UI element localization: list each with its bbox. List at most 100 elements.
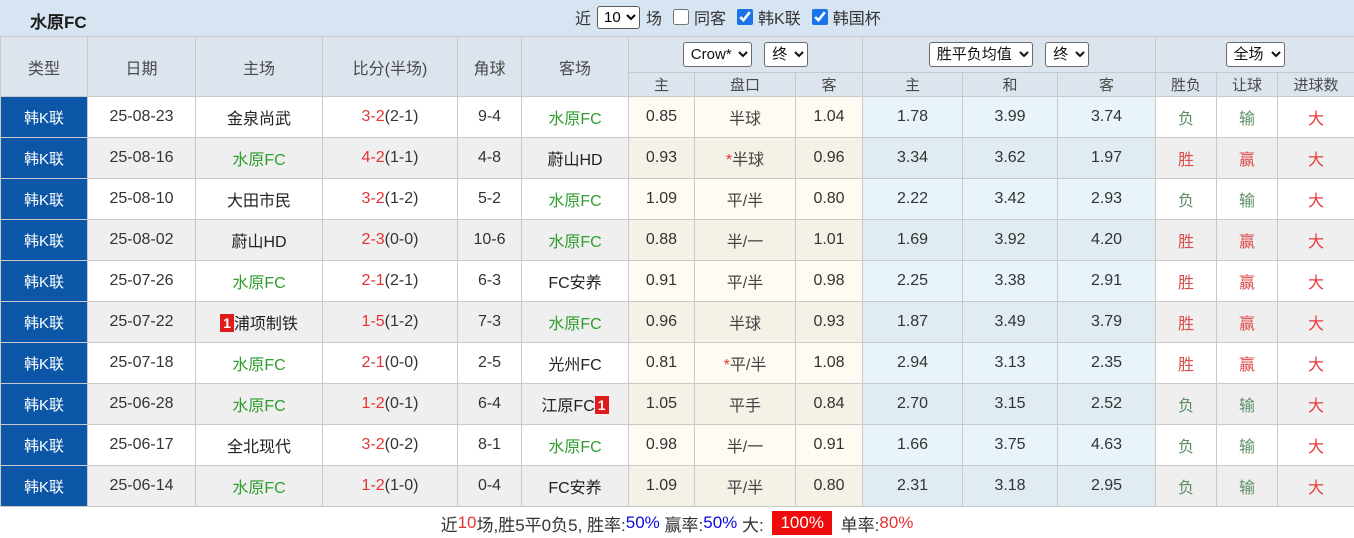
score-cell: 4-2(1-1): [322, 137, 458, 179]
away-team-cell[interactable]: 水原FC: [521, 301, 629, 343]
ah-home-odds-cell: 0.96: [628, 301, 695, 343]
eu-draw-odds-cell: 3.38: [962, 260, 1059, 302]
home-team-cell[interactable]: 大田市民: [195, 178, 323, 220]
handicap-result-cell: 赢: [1216, 137, 1279, 179]
league-k-checkbox[interactable]: [737, 9, 754, 25]
line-text: 平/半: [726, 193, 764, 210]
europe-time-select[interactable]: 终: [1045, 42, 1090, 67]
same-venue-checkbox[interactable]: [673, 9, 690, 25]
score-cell: 2-1(0-0): [322, 342, 458, 384]
home-team-cell[interactable]: 1 浦项制铁: [195, 301, 323, 343]
corner-cell: 10-6: [457, 219, 522, 261]
ah-home-odds-cell: 1.09: [628, 178, 695, 220]
col-header-home: 主场: [195, 36, 323, 97]
col-header-score: 比分(半场): [322, 36, 458, 97]
away-team-cell[interactable]: 光州FC: [521, 342, 629, 384]
date-cell: 25-06-17: [87, 424, 196, 466]
fulltime-score: 3-2: [361, 190, 385, 207]
eu-draw-odds-cell: 3.99: [962, 96, 1059, 138]
home-team-name[interactable]: 水原FC: [232, 152, 285, 169]
league-k-label[interactable]: 韩K联: [758, 5, 801, 29]
home-team-name[interactable]: 水原FC: [232, 398, 285, 415]
home-team-cell[interactable]: 金泉尚武: [195, 96, 323, 138]
summary-segment: 100%: [772, 511, 832, 535]
same-venue-label[interactable]: 同客: [694, 5, 726, 29]
summary-segment: 80%: [879, 513, 914, 532]
scope-select[interactable]: 全场: [1225, 42, 1285, 67]
line-text: 平/半: [726, 275, 764, 292]
summary-segment: 50%: [625, 513, 660, 532]
eu-away-odds-cell: 2.35: [1057, 342, 1157, 384]
ah-line-cell: *半球: [694, 137, 796, 179]
away-team-name[interactable]: 水原FC: [548, 439, 601, 456]
handicap-result-cell: 赢: [1216, 301, 1279, 343]
odds-company-select[interactable]: Crow*: [682, 42, 752, 67]
away-team-name[interactable]: 水原FC: [548, 111, 601, 128]
handicap-time-select[interactable]: 终: [764, 42, 809, 67]
home-team-name[interactable]: 水原FC: [232, 275, 285, 292]
home-team-name[interactable]: 浦项制铁: [234, 316, 298, 333]
away-team-name[interactable]: 江原FC: [541, 398, 594, 415]
handicap-result-cell: 赢: [1216, 260, 1279, 302]
home-team-name[interactable]: 全北现代: [227, 439, 291, 456]
europe-odds-select[interactable]: 胜平负均值: [928, 42, 1033, 67]
fulltime-score: 4-2: [361, 149, 385, 166]
eu-home-odds-cell: 1.78: [862, 96, 964, 138]
away-team-cell[interactable]: 蔚山HD: [521, 137, 629, 179]
away-team-name[interactable]: 水原FC: [548, 193, 601, 210]
home-team-cell[interactable]: 蔚山HD: [195, 219, 323, 261]
result-cell: 胜: [1155, 137, 1218, 179]
away-team-name[interactable]: 光州FC: [548, 357, 601, 374]
away-team-cell[interactable]: FC安养: [521, 260, 629, 302]
goals-result-cell: 大: [1277, 137, 1354, 179]
korea-cup-checkbox[interactable]: [811, 9, 828, 25]
home-team-cell[interactable]: 水原FC: [195, 465, 323, 507]
matches-label: 场: [646, 11, 663, 28]
away-team-name[interactable]: 水原FC: [548, 316, 601, 333]
away-team-cell[interactable]: 水原FC: [521, 96, 629, 138]
ah-line-cell: 半球: [694, 301, 796, 343]
date-cell: 25-08-10: [87, 178, 196, 220]
away-team-cell[interactable]: FC安养: [521, 465, 629, 507]
eu-away-odds-cell: 1.97: [1057, 137, 1157, 179]
home-team-cell[interactable]: 水原FC: [195, 260, 323, 302]
away-team-name[interactable]: 蔚山HD: [547, 152, 602, 169]
home-team-name[interactable]: 蔚山HD: [231, 234, 286, 251]
col-header-corner: 角球: [457, 36, 522, 97]
scope-group-header: 全场: [1155, 36, 1354, 73]
halftime-score: (1-2): [384, 190, 419, 207]
away-team-name[interactable]: FC安养: [548, 275, 601, 292]
corner-cell: 2-5: [457, 342, 522, 384]
score-cell: 3-2(0-2): [322, 424, 458, 466]
fulltime-score: 2-1: [361, 272, 385, 289]
away-team-name[interactable]: FC安养: [548, 480, 601, 497]
home-team-name[interactable]: 金泉尚武: [227, 111, 291, 128]
subcol-eu-home: 主: [862, 72, 964, 97]
corner-cell: 0-4: [457, 465, 522, 507]
summary-segment: 大:: [737, 515, 769, 535]
away-team-name[interactable]: 水原FC: [548, 234, 601, 251]
table-row: 韩K联 25-08-23 金泉尚武 3-2(2-1) 9-4 水原FC 0.85…: [0, 96, 1354, 138]
home-team-name[interactable]: 大田市民: [227, 193, 291, 210]
away-team-cell[interactable]: 江原FC 1: [521, 383, 629, 425]
col-header-type: 类型: [0, 36, 88, 97]
home-team-name[interactable]: 水原FC: [232, 357, 285, 374]
away-team-cell[interactable]: 水原FC: [521, 178, 629, 220]
date-cell: 25-06-14: [87, 465, 196, 507]
eu-home-odds-cell: 2.31: [862, 465, 964, 507]
home-team-cell[interactable]: 水原FC: [195, 342, 323, 384]
recent-count-select[interactable]: 10: [597, 5, 641, 29]
away-team-cell[interactable]: 水原FC: [521, 219, 629, 261]
korea-cup-label[interactable]: 韩国杯: [833, 5, 881, 29]
eu-draw-odds-cell: 3.62: [962, 137, 1059, 179]
home-team-cell[interactable]: 水原FC: [195, 137, 323, 179]
eu-draw-odds-cell: 3.18: [962, 465, 1059, 507]
table-row: 韩K联 25-08-10 大田市民 3-2(1-2) 5-2 水原FC 1.09…: [0, 178, 1354, 220]
score-cell: 3-2(1-2): [322, 178, 458, 220]
home-team-cell[interactable]: 水原FC: [195, 383, 323, 425]
home-team-name[interactable]: 水原FC: [232, 480, 285, 497]
away-team-cell[interactable]: 水原FC: [521, 424, 629, 466]
home-team-cell[interactable]: 全北现代: [195, 424, 323, 466]
summary-bar: 近 10 场,胜5平0负5, 胜率: 50% 赢率: 50% 大: 100% 单率: 80…: [0, 507, 1354, 538]
fulltime-score: 3-2: [361, 108, 385, 125]
